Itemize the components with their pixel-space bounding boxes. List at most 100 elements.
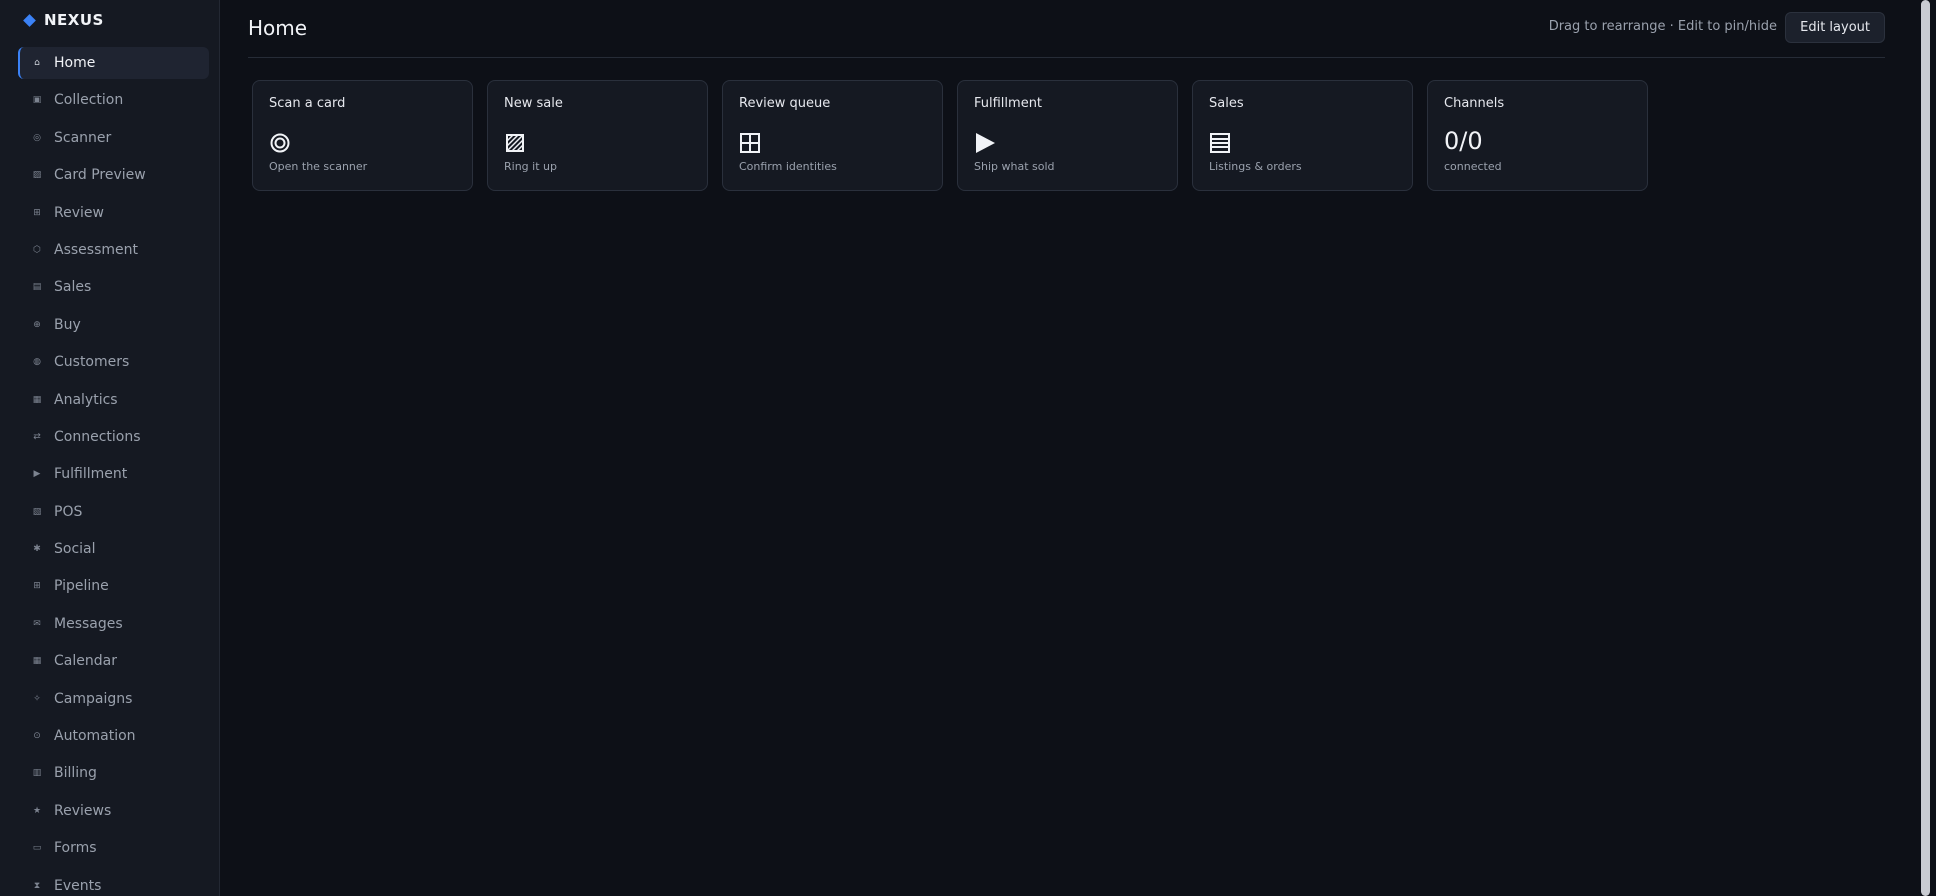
- sidebar-item-messages[interactable]: ✉ Messages: [18, 608, 209, 640]
- sidebar-nav: ⌂ Home ▣ Collection ◎ Scanner ▨ Card Preview ⊞ Re…: [18, 47, 209, 896]
- tile-fulfillment[interactable]: Fulfillment Ship what sold: [957, 80, 1178, 191]
- sidebar-item-label: Connections: [54, 428, 141, 445]
- sidebar-item-label: Events: [54, 877, 102, 894]
- connections-icon: ⇄: [33, 431, 41, 442]
- sidebar-item-label: Social: [54, 541, 96, 558]
- quick-tiles: Scan a card Open the scanner New sale Ri…: [252, 80, 1648, 191]
- edit-layout-button[interactable]: Edit layout: [1785, 12, 1885, 43]
- main-content: Home Drag to rearrange · Edit to pin/hid…: [248, 0, 1885, 896]
- layout-hint: Drag to rearrange · Edit to pin/hide: [1548, 19, 1777, 34]
- header-divider: [248, 57, 1885, 58]
- analytics-icon: ▦: [32, 394, 42, 405]
- sidebar-item-label: Fulfillment: [54, 466, 128, 483]
- card-preview-icon: ▨: [32, 170, 42, 181]
- tile-title: Sales: [1209, 96, 1244, 111]
- sidebar-item-label: Home: [54, 55, 96, 71]
- list-icon: [1209, 132, 1231, 154]
- sidebar-item-label: Messages: [54, 615, 123, 632]
- tile-subtitle: Ship what sold: [974, 160, 1055, 173]
- sidebar-item-campaigns[interactable]: ✧ Campaigns: [18, 683, 209, 715]
- tile-subtitle: Open the scanner: [269, 160, 368, 173]
- pipeline-icon: ⊞: [33, 581, 41, 592]
- social-icon: ✱: [33, 544, 41, 555]
- fulfillment-icon: ▶: [33, 469, 41, 480]
- sidebar-item-label: Card Preview: [54, 167, 146, 184]
- sidebar-item-home[interactable]: ⌂ Home: [18, 47, 209, 79]
- sidebar-item-label: Automation: [54, 728, 136, 745]
- review-icon: ⊞: [33, 207, 41, 218]
- channels-count: 0/0: [1444, 127, 1483, 155]
- brand[interactable]: NEXUS: [23, 8, 104, 32]
- sidebar-item-label: Buy: [54, 316, 81, 333]
- scanner-icon: ◎: [33, 132, 41, 143]
- target-icon: [269, 132, 291, 154]
- sidebar-item-events[interactable]: ⧗ Events: [18, 870, 209, 896]
- sidebar-item-label: POS: [54, 503, 83, 520]
- sidebar-item-billing[interactable]: ▥ Billing: [18, 757, 209, 789]
- sidebar-item-label: Analytics: [54, 391, 118, 408]
- tile-subtitle: Ring it up: [504, 160, 557, 173]
- tile-review-queue[interactable]: Review queue Confirm identities: [722, 80, 943, 191]
- play-icon: [974, 132, 996, 154]
- sidebar-item-connections[interactable]: ⇄ Connections: [18, 421, 209, 453]
- home-icon: ⌂: [34, 58, 40, 68]
- tile-sales[interactable]: Sales Listings & orders: [1192, 80, 1413, 191]
- tile-subtitle: Confirm identities: [739, 160, 837, 173]
- tile-channels[interactable]: Channels 0/0 connected: [1427, 80, 1648, 191]
- sidebar-item-social[interactable]: ✱ Social: [18, 533, 209, 565]
- sidebar-item-buy[interactable]: ⊕ Buy: [18, 309, 209, 341]
- customers-icon: ◍: [33, 357, 41, 368]
- sidebar-item-card-preview[interactable]: ▨ Card Preview: [18, 159, 209, 191]
- tile-title: Scan a card: [269, 96, 346, 111]
- sidebar-item-review[interactable]: ⊞ Review: [18, 197, 209, 229]
- tile-title: Channels: [1444, 96, 1505, 111]
- sidebar-item-collection[interactable]: ▣ Collection: [18, 84, 209, 116]
- automation-icon: ⊙: [33, 731, 41, 742]
- sidebar-item-label: Calendar: [54, 653, 117, 670]
- sidebar-item-label: Forms: [54, 840, 97, 857]
- tile-subtitle: connected: [1444, 160, 1502, 173]
- brand-diamond-icon: [23, 13, 36, 27]
- collection-icon: ▣: [32, 95, 42, 106]
- sidebar-item-forms[interactable]: ▭ Forms: [18, 832, 209, 864]
- sidebar-item-label: Reviews: [54, 802, 112, 819]
- sidebar-item-calendar[interactable]: ▦ Calendar: [18, 645, 209, 677]
- assessment-icon: ⬡: [33, 244, 41, 255]
- sidebar-item-pipeline[interactable]: ⊞ Pipeline: [18, 570, 209, 602]
- sidebar-item-label: Assessment: [54, 241, 138, 258]
- sidebar-item-reviews[interactable]: ★ Reviews: [18, 795, 209, 827]
- page-title: Home: [248, 16, 308, 40]
- sales-icon: ▤: [32, 282, 42, 293]
- sidebar-item-label: Campaigns: [54, 690, 133, 707]
- sidebar-item-label: Billing: [54, 765, 97, 782]
- events-icon: ⧗: [33, 880, 41, 891]
- tile-new-sale[interactable]: New sale Ring it up: [487, 80, 708, 191]
- campaigns-icon: ✧: [33, 693, 41, 704]
- messages-icon: ✉: [33, 618, 41, 629]
- scrollbar-thumb[interactable]: [1921, 0, 1930, 896]
- sidebar-item-customers[interactable]: ◍ Customers: [18, 346, 209, 378]
- sidebar: NEXUS ⌂ Home ▣ Collection ◎ Scanner ▨ Card Prev…: [0, 0, 220, 896]
- tile-title: Review queue: [739, 96, 831, 111]
- sale-icon: [504, 132, 526, 154]
- sidebar-item-automation[interactable]: ⊙ Automation: [18, 720, 209, 752]
- sidebar-item-label: Pipeline: [54, 578, 109, 595]
- pos-icon: ▧: [32, 506, 42, 517]
- sidebar-item-analytics[interactable]: ▦ Analytics: [18, 384, 209, 416]
- sidebar-item-sales[interactable]: ▤ Sales: [18, 271, 209, 303]
- sidebar-item-label: Collection: [54, 92, 124, 109]
- sidebar-item-fulfillment[interactable]: ▶ Fulfillment: [18, 458, 209, 490]
- sidebar-item-scanner[interactable]: ◎ Scanner: [18, 122, 209, 154]
- tile-title: Fulfillment: [974, 96, 1043, 111]
- calendar-icon: ▦: [32, 656, 42, 667]
- buy-icon: ⊕: [33, 319, 41, 330]
- tile-subtitle: Listings & orders: [1209, 160, 1302, 173]
- sidebar-item-label: Review: [54, 204, 104, 221]
- brand-name: NEXUS: [44, 11, 104, 29]
- sidebar-item-label: Sales: [54, 279, 92, 296]
- sidebar-item-pos[interactable]: ▧ POS: [18, 496, 209, 528]
- sidebar-item-label: Customers: [54, 354, 130, 371]
- tile-scan-card[interactable]: Scan a card Open the scanner: [252, 80, 473, 191]
- sidebar-item-assessment[interactable]: ⬡ Assessment: [18, 234, 209, 266]
- page-scrollbar[interactable]: [1914, 0, 1936, 896]
